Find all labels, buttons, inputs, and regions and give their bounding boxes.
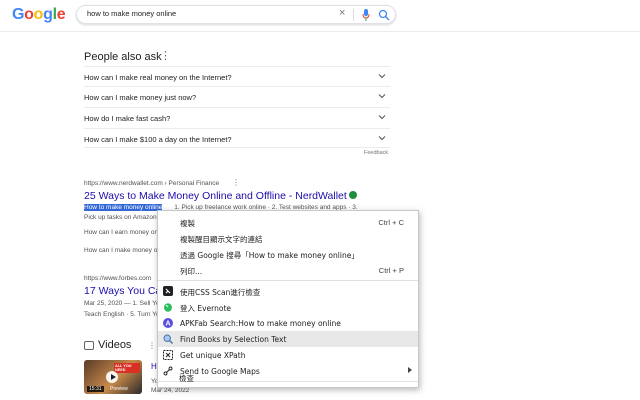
video-title-link[interactable]: H	[151, 362, 157, 371]
menu-item-shortcut: Ctrl + C	[378, 218, 404, 227]
more-options-icon[interactable]: ⋮	[148, 341, 156, 350]
search-box[interactable]: ×	[76, 5, 396, 24]
chevron-down-icon	[378, 134, 386, 142]
menu-item-xpath[interactable]: Get unique XPath	[158, 347, 418, 363]
video-date: Mar 24, 2022	[151, 387, 189, 394]
menu-item-label: 列印...	[180, 266, 202, 277]
videos-title: Videos	[98, 339, 131, 351]
paa-question-text: How do I make fast cash?	[84, 114, 170, 123]
menu-item-inspect[interactable]: 檢查	[157, 369, 419, 385]
menu-item-shortcut: Ctrl + P	[379, 266, 404, 275]
logo-letter: G	[12, 6, 24, 24]
google-logo[interactable]: Google	[12, 6, 65, 24]
css-scan-icon	[163, 286, 173, 296]
paa-question-text: How can I make real money on the Interne…	[84, 73, 232, 82]
clear-icon[interactable]: ×	[339, 7, 345, 19]
logo-letter: e	[57, 6, 66, 24]
paa-question-text: How can I make money just now?	[84, 93, 196, 102]
menu-item-label: Get unique XPath	[180, 351, 245, 360]
video-icon	[84, 341, 94, 350]
chevron-down-icon	[378, 113, 386, 121]
microphone-icon[interactable]	[362, 9, 370, 21]
result-url[interactable]: https://www.forbes.com	[84, 275, 151, 282]
menu-item-label: 使用CSS Scan進行檢查	[180, 287, 260, 298]
menu-item-copy-link-to-highlight[interactable]: 複製醒目顯示文字的連結	[158, 230, 418, 246]
menu-item-label: 複製醒目顯示文字的連結	[180, 234, 263, 245]
search-input[interactable]	[87, 9, 317, 18]
logo-letter: o	[34, 6, 43, 24]
context-menu: 複製 Ctrl + C 複製醒目顯示文字的連結 透過 Google 搜尋「How…	[157, 210, 419, 388]
menu-item-label: 透過 Google 搜尋「How to make money online」	[180, 250, 359, 261]
sub-question-link[interactable]: How can I earn money onl	[84, 229, 160, 236]
paa-question[interactable]: How can I make money just now?	[84, 86, 390, 106]
menu-item-label: 複製	[180, 218, 195, 229]
svg-text:A: A	[165, 321, 170, 328]
search-header: Google ×	[0, 0, 640, 32]
menu-item-search-google[interactable]: 透過 Google 搜尋「How to make money online」	[158, 246, 418, 262]
play-icon[interactable]	[106, 371, 118, 383]
paa-question[interactable]: How can I make $100 a day on the Interne…	[84, 128, 390, 148]
paa-divider	[84, 147, 390, 148]
search-icon[interactable]	[378, 9, 390, 21]
video-preview-label: Preview	[110, 386, 128, 392]
magnifier-icon	[163, 334, 173, 344]
apkfab-icon: A	[163, 318, 173, 328]
chevron-down-icon	[378, 92, 386, 100]
more-options-icon[interactable]: ⋮	[232, 178, 240, 187]
result-snippet: Mar 25, 2020 — 1. Sell Yo	[84, 300, 160, 307]
menu-item-copy[interactable]: 複製 Ctrl + C	[158, 214, 418, 230]
search-divider	[353, 9, 354, 21]
paa-question-text: How can I make $100 a day on the Interne…	[84, 135, 232, 144]
paa-question[interactable]: How can I make real money on the Interne…	[84, 66, 390, 86]
sub-question-link[interactable]: How can I make money onl	[84, 247, 162, 254]
menu-item-label: APKFab Search:How to make money online	[180, 319, 341, 328]
menu-item-label: 檢查	[179, 373, 194, 384]
verified-icon	[349, 191, 357, 199]
video-thumbnail[interactable]: ALL YOU NEED 15:31 Preview	[84, 360, 142, 394]
xpath-icon	[163, 350, 173, 360]
people-also-ask-title: People also ask	[84, 51, 162, 63]
selected-text[interactable]: How to make money online	[84, 204, 162, 211]
result-url[interactable]: https://www.nerdwallet.com › Personal Fi…	[84, 180, 219, 187]
thumbnail-banner: ALL YOU NEED	[114, 363, 140, 373]
result-snippet-line2: Pick up tasks on Amazon	[84, 214, 157, 221]
menu-item-find-books[interactable]: Find Books by Selection Text	[158, 331, 418, 347]
result-title-text: 25 Ways to Make Money Online and Offline…	[84, 190, 347, 202]
chevron-down-icon	[378, 72, 386, 80]
menu-item-label: Find Books by Selection Text	[180, 335, 286, 344]
evernote-icon	[163, 302, 173, 312]
result-snippet: Teach English · 5. Turn Yo	[84, 311, 160, 318]
menu-item-css-scan[interactable]: 使用CSS Scan進行檢查	[158, 283, 418, 299]
menu-separator	[158, 280, 418, 281]
menu-item-label: 登入 Evernote	[180, 303, 231, 314]
result-title-link[interactable]: 17 Ways You Can	[84, 285, 167, 297]
feedback-link[interactable]: Feedback	[364, 150, 388, 156]
logo-letter: o	[24, 6, 33, 24]
logo-letter: g	[43, 6, 52, 24]
paa-question[interactable]: How do I make fast cash?	[84, 107, 390, 127]
menu-item-print[interactable]: 列印... Ctrl + P	[158, 262, 418, 278]
result-title-link[interactable]: 25 Ways to Make Money Online and Offline…	[84, 190, 357, 202]
menu-item-apkfab-search[interactable]: A APKFab Search:How to make money online	[158, 315, 418, 331]
more-options-icon[interactable]: ⋮	[160, 49, 171, 62]
video-duration: 15:31	[87, 386, 104, 392]
menu-item-evernote[interactable]: 登入 Evernote	[158, 299, 418, 315]
